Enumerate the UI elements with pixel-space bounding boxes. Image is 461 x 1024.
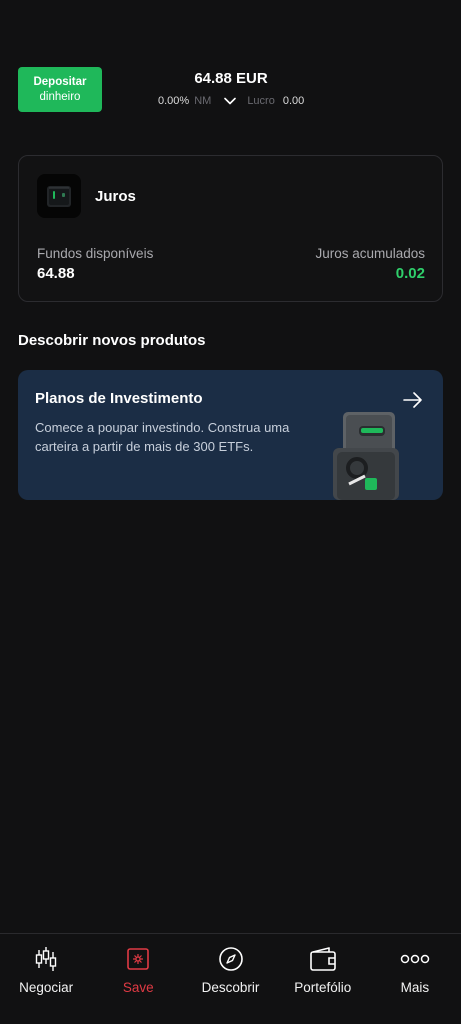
- promo-title: Planos de Investimento: [35, 390, 203, 407]
- wallet-icon: [309, 946, 337, 972]
- change-percent: 0.00%: [158, 95, 190, 107]
- compass-icon: [218, 946, 244, 972]
- section-title: Descobrir novos produtos: [18, 332, 206, 349]
- balance-summary: 0.00% NM Lucro 0.00: [158, 93, 304, 109]
- nav-label: Save: [122, 980, 154, 995]
- available-funds-value: 64.88: [37, 265, 75, 282]
- nav-label: Descobrir: [201, 980, 260, 995]
- deposit-money-button[interactable]: Depositar dinheiro: [18, 67, 102, 112]
- accrued-interest-label: Juros acumulados: [315, 246, 425, 261]
- card-title: Juros: [95, 188, 136, 205]
- chevron-down-icon[interactable]: [224, 97, 237, 105]
- deposit-button-label-line2: dinheiro: [39, 90, 81, 103]
- period-label: NM: [194, 95, 212, 107]
- nav-label: Negociar: [19, 980, 74, 995]
- nav-label: Mais: [400, 980, 430, 995]
- investment-plans-card[interactable]: Planos de Investimento Comece a poupar i…: [18, 370, 443, 500]
- nav-label: Portefólio: [294, 980, 352, 995]
- nav-item-save[interactable]: Save: [92, 934, 184, 1024]
- accrued-interest-value: 0.02: [395, 265, 425, 282]
- safe-icon: [126, 946, 150, 972]
- promo-description: Comece a poupar investindo. Construa uma…: [35, 420, 290, 454]
- nav-item-portefolio[interactable]: Portefólio: [277, 934, 369, 1024]
- available-funds-label: Fundos disponíveis: [37, 246, 154, 261]
- candlestick-icon: [32, 946, 60, 972]
- interest-card[interactable]: Juros Fundos disponíveis 64.88 Juros acu…: [18, 155, 443, 302]
- nav-item-descobrir[interactable]: Descobrir: [184, 934, 276, 1024]
- account-balance: 64.88 EUR: [194, 70, 268, 87]
- nav-item-negociar[interactable]: Negociar: [0, 934, 92, 1024]
- nav-item-mais[interactable]: Mais: [369, 934, 461, 1024]
- bottom-navigation: Negociar Save Descobrir Portefólio Mais: [0, 933, 461, 1024]
- more-dots-icon: [400, 946, 430, 972]
- investment-boxes-illustration: [333, 412, 399, 500]
- deposit-button-label-line1: Depositar: [33, 75, 87, 88]
- profit-label: Lucro: [247, 95, 275, 107]
- profit-value: 0.00: [282, 95, 305, 107]
- safe-box-icon: [37, 174, 81, 218]
